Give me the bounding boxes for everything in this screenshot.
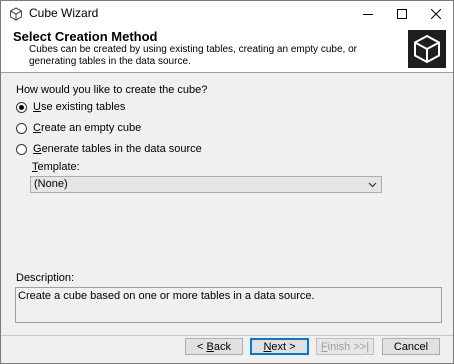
back-button[interactable]: < Back (185, 338, 243, 355)
wizard-content: How would you like to create the cube? U… (1, 73, 453, 335)
creation-question: How would you like to create the cube? (16, 84, 208, 96)
description-box: Create a cube based on one or more table… (15, 287, 442, 323)
radio-label: Generate tables in the data source (33, 143, 202, 155)
minimize-icon (363, 13, 373, 15)
radio-button[interactable] (16, 143, 27, 155)
close-icon (431, 8, 441, 19)
minimize-button[interactable] (351, 1, 385, 26)
cube-logo-icon (414, 34, 440, 64)
close-button[interactable] (419, 1, 453, 26)
radio-create-empty-cube[interactable]: Create an empty cube (16, 120, 141, 136)
maximize-icon (397, 8, 407, 19)
next-button[interactable]: Next > (250, 338, 309, 355)
cube-logo (408, 30, 446, 68)
radio-generate-tables[interactable]: Generate tables in the data source (16, 141, 202, 157)
template-select[interactable]: (None) (30, 176, 382, 193)
radio-button-checked[interactable] (16, 101, 27, 113)
title-bar: Cube Wizard (1, 1, 453, 26)
maximize-button[interactable] (385, 1, 419, 26)
template-label: Template: (32, 161, 80, 173)
footer-separator (1, 335, 453, 336)
cube-wizard-window: Cube Wizard Select Creation Method Cubes… (0, 0, 454, 364)
cancel-button[interactable]: Cancel (382, 338, 440, 355)
radio-label: Create an empty cube (33, 122, 142, 134)
radio-label: Use existing tables (33, 101, 126, 113)
description-text: Create a cube based on one or more table… (18, 290, 315, 302)
finish-button[interactable]: Finish >>| (316, 338, 374, 355)
description-label: Description: (16, 272, 75, 284)
template-selected-value: (None) (34, 178, 68, 190)
window-title: Cube Wizard (29, 6, 99, 20)
page-description: Cubes can be created by using existing t… (29, 44, 357, 67)
radio-use-existing-tables[interactable]: Use existing tables (16, 99, 125, 115)
radio-button[interactable] (16, 122, 27, 134)
chevron-down-icon (368, 182, 377, 188)
cube-icon (10, 7, 22, 21)
page-title: Select Creation Method (13, 29, 158, 44)
wizard-header: Select Creation Method Cubes can be crea… (1, 26, 453, 72)
